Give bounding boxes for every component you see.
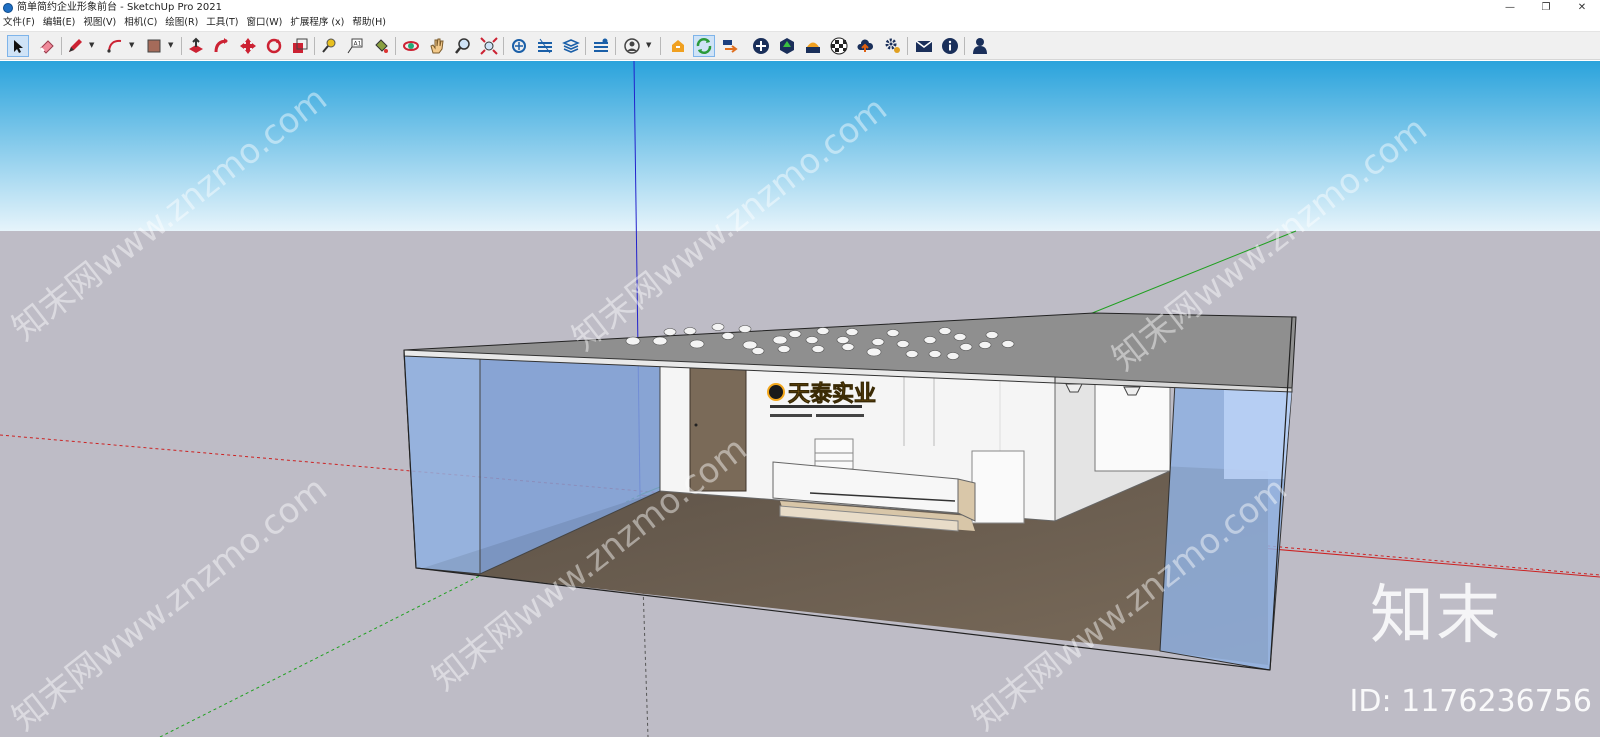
add-location-icon[interactable] bbox=[750, 35, 772, 57]
plugin-3-icon[interactable] bbox=[719, 35, 741, 57]
window-controls: — ❐ ✕ bbox=[1492, 0, 1600, 15]
right-inner-glass bbox=[1224, 385, 1292, 479]
arc-tool-icon[interactable] bbox=[104, 35, 126, 57]
move-icon[interactable] bbox=[237, 35, 259, 57]
orbit-icon[interactable] bbox=[400, 35, 422, 57]
menu-window[interactable]: 窗口(W) bbox=[247, 16, 283, 30]
menu-bar: 文件(F) 编辑(E) 视图(V) 相机(C) 绘图(R) 工具(T) 窗口(W… bbox=[0, 15, 1600, 30]
left-glass-wall bbox=[403, 352, 481, 575]
extension-manager-icon[interactable] bbox=[590, 35, 612, 57]
window-title: 简单简约企业形象前台 - SketchUp Pro 2021 bbox=[17, 1, 222, 13]
mail-icon[interactable] bbox=[913, 35, 935, 57]
eraser-tool-icon[interactable] bbox=[36, 35, 58, 57]
watermark-id: ID: 1176236756 bbox=[1349, 684, 1592, 719]
text-icon[interactable]: A1 bbox=[344, 35, 366, 57]
menu-draw[interactable]: 绘图(R) bbox=[165, 16, 198, 30]
account-icon[interactable] bbox=[621, 35, 643, 57]
menu-tools[interactable]: 工具(T) bbox=[206, 16, 238, 30]
plugin-shade-icon[interactable] bbox=[802, 35, 824, 57]
restore-button[interactable]: ❐ bbox=[1528, 0, 1564, 15]
layout-icon[interactable] bbox=[560, 35, 582, 57]
sketchup-app-icon bbox=[3, 2, 13, 13]
minimize-button[interactable]: — bbox=[1492, 0, 1528, 15]
user-icon[interactable] bbox=[969, 35, 991, 57]
rotate-icon[interactable] bbox=[263, 35, 285, 57]
scale-icon[interactable] bbox=[289, 35, 311, 57]
info-icon[interactable] bbox=[939, 35, 961, 57]
pencil-tool-icon[interactable] bbox=[64, 35, 86, 57]
menu-edit[interactable]: 编辑(E) bbox=[43, 16, 75, 30]
extension-warehouse-icon[interactable] bbox=[534, 35, 556, 57]
paint-bucket-icon[interactable] bbox=[370, 35, 392, 57]
title-bar: 简单简约企业形象前台 - SketchUp Pro 2021 — ❐ ✕ bbox=[0, 0, 1600, 15]
close-button[interactable]: ✕ bbox=[1564, 0, 1600, 15]
cloud-upload-icon[interactable] bbox=[854, 35, 876, 57]
watermark-logo: 知末 bbox=[1370, 579, 1502, 653]
model-viewport[interactable]: 天泰实业 知末网www.znzmo.com 知末网www.znzmo.com 知… bbox=[0, 61, 1600, 737]
follow-me-icon[interactable] bbox=[211, 35, 233, 57]
menu-help[interactable]: 帮助(H) bbox=[352, 16, 386, 30]
plugin-checker-icon[interactable] bbox=[828, 35, 850, 57]
pan-icon[interactable] bbox=[426, 35, 448, 57]
plugin-refresh-icon[interactable] bbox=[693, 35, 715, 57]
zoom-icon[interactable] bbox=[452, 35, 474, 57]
menu-view[interactable]: 视图(V) bbox=[83, 16, 116, 30]
menu-extensions[interactable]: 扩展程序 (x) bbox=[290, 16, 344, 30]
zoom-extents-icon[interactable] bbox=[478, 35, 500, 57]
rectangle-tool-icon[interactable] bbox=[143, 35, 165, 57]
tape-measure-icon[interactable] bbox=[318, 35, 340, 57]
main-toolbar: ▼ ▼ ▼ A1 ▼ bbox=[0, 31, 1600, 60]
menu-file[interactable]: 文件(F) bbox=[3, 16, 35, 30]
company-sign: 天泰实业 bbox=[788, 381, 876, 407]
push-pull-icon[interactable] bbox=[185, 35, 207, 57]
settings-icon[interactable] bbox=[882, 35, 904, 57]
svg-text:A1: A1 bbox=[354, 41, 362, 48]
select-tool-icon[interactable] bbox=[7, 35, 29, 57]
menu-camera[interactable]: 相机(C) bbox=[124, 16, 157, 30]
plugin-tree-icon[interactable] bbox=[776, 35, 798, 57]
side-room-back bbox=[1094, 382, 1171, 472]
plugin-1-icon[interactable] bbox=[667, 35, 689, 57]
warehouse-icon[interactable] bbox=[508, 35, 530, 57]
